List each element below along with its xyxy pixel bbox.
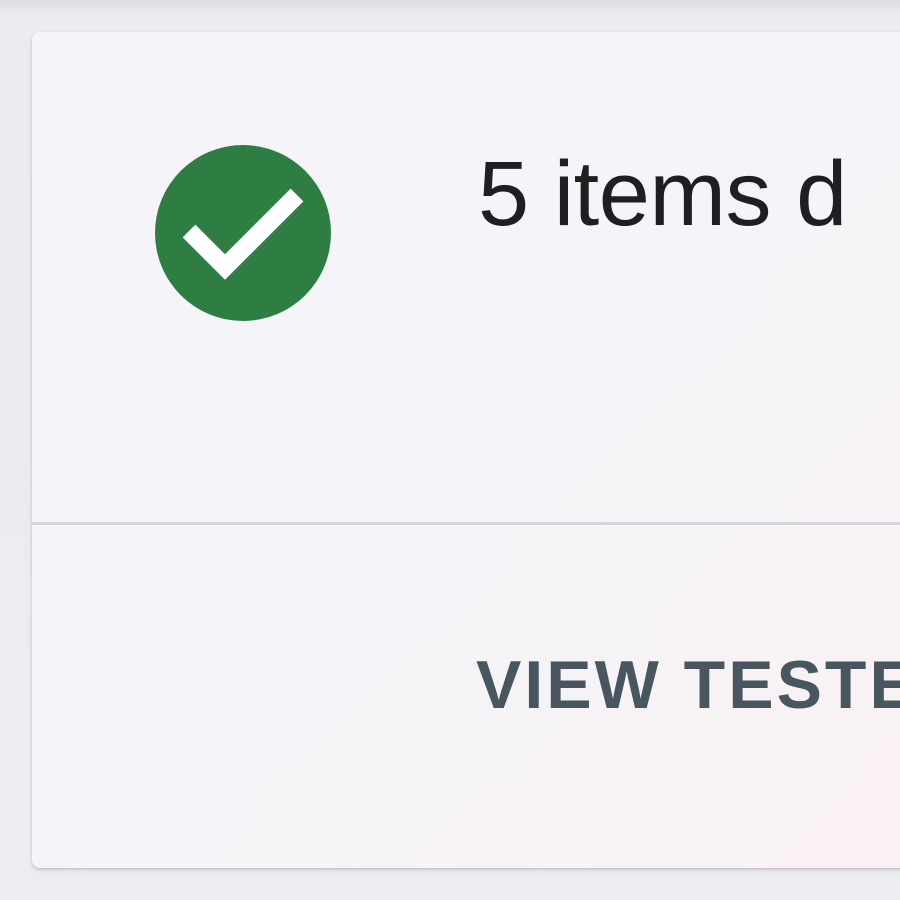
card-header: 5 items d [32,32,900,522]
result-card: 5 items d VIEW TESTE [32,32,900,868]
check-circle-icon [155,145,331,321]
card-title: 5 items d [478,143,847,245]
view-tested-button[interactable]: VIEW TESTE [476,645,900,727]
page: 5 items d VIEW TESTE [0,0,900,900]
status-circle [155,145,331,321]
card-actions: VIEW TESTE [32,525,900,868]
